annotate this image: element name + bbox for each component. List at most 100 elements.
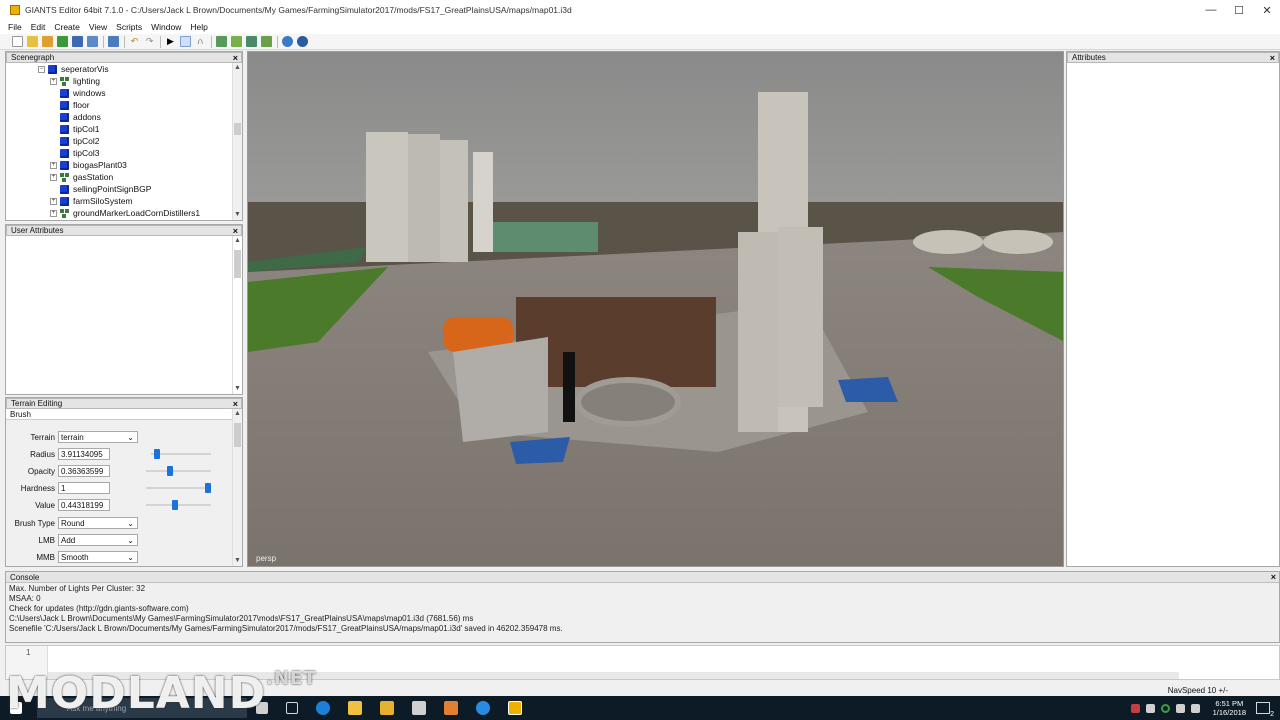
watermark: MODLAND.NET [6,668,317,719]
value-slider[interactable] [146,500,211,510]
expand-icon[interactable]: + [50,197,57,205]
giants-editor-taskbar-icon[interactable] [508,701,522,715]
tray-app-icon[interactable] [1145,703,1155,713]
terrain-detail-icon[interactable] [261,36,272,47]
scenegraph-item[interactable]: + farmSiloSystem [6,195,232,207]
menu-edit[interactable]: Edit [31,22,46,32]
open-recent-icon[interactable] [42,36,53,47]
menu-window[interactable]: Window [151,22,181,32]
terrain-select[interactable]: terrain ⌄ [58,431,138,443]
redo-icon[interactable]: ↷ [144,36,155,47]
scenegraph-item[interactable]: − seperatorVis [6,63,232,75]
scenegraph-item[interactable]: floor [6,99,232,111]
scroll-down-icon[interactable]: ▼ [233,384,242,394]
watermark-suffix: .NET [266,668,317,689]
network-icon[interactable] [1190,703,1200,713]
edge-browser-icon[interactable] [316,701,330,715]
close-icon[interactable]: × [1271,572,1276,582]
menu-scripts[interactable]: Scripts [116,22,142,32]
scenegraph-item[interactable]: + biogasPlant03 [6,159,232,171]
scenegraph-item[interactable]: tipCol2 [6,135,232,147]
scroll-up-icon[interactable]: ▲ [233,63,242,73]
mmb-select[interactable]: Smooth ⌄ [58,551,138,563]
menu-create[interactable]: Create [54,22,80,32]
scroll-thumb[interactable] [234,123,241,135]
value-field[interactable]: 0.44318199 [58,499,110,511]
terrain-editing-scrollbar[interactable]: ▲ ▼ [232,409,242,566]
settings-icon[interactable] [282,36,293,47]
new-file-icon[interactable] [12,36,23,47]
expand-icon[interactable]: + [50,161,57,169]
save-icon[interactable] [72,36,83,47]
terrain-paint-icon[interactable] [231,36,242,47]
speaker-icon[interactable] [1175,703,1185,713]
close-icon[interactable]: × [233,226,238,236]
magnet-icon[interactable]: ∩ [195,36,206,47]
save-as-icon[interactable] [87,36,98,47]
clock[interactable]: 6:51 PM 1/16/2018 [1213,699,1246,717]
file-explorer-icon[interactable] [348,701,362,715]
scenegraph-item-label: windows [73,88,106,98]
expand-icon[interactable]: + [50,77,57,85]
scenegraph-tree[interactable]: − seperatorVis + lighting windows floor addons… [6,63,232,220]
scenegraph-item[interactable]: + gasStation [6,171,232,183]
tray-app-icon[interactable] [1160,703,1170,713]
scroll-thumb[interactable] [234,423,241,447]
open-folder-icon[interactable] [27,36,38,47]
menu-file[interactable]: File [8,22,22,32]
slider-knob[interactable] [205,483,211,493]
expand-icon[interactable]: + [50,209,57,217]
expand-icon[interactable]: + [50,173,57,181]
scenegraph-item[interactable]: + lighting [6,75,232,87]
foliage-paint-icon[interactable] [246,36,257,47]
slider-knob[interactable] [153,449,160,459]
import-icon[interactable] [108,36,119,47]
scroll-down-icon[interactable]: ▼ [233,556,242,566]
hardness-slider[interactable] [146,483,211,493]
brush-type-select[interactable]: Round ⌄ [58,517,138,529]
internet-explorer-icon[interactable] [476,701,490,715]
slider-knob[interactable] [171,500,178,510]
radius-slider[interactable] [151,449,211,459]
scenegraph-item[interactable]: sellingPointSignBGP [6,183,232,195]
scenegraph-scrollbar[interactable]: ▲ ▼ [232,63,242,220]
close-icon[interactable]: × [233,399,238,409]
scenegraph-item[interactable]: addons [6,111,232,123]
lmb-select[interactable]: Add ⌄ [58,534,138,546]
media-player-icon[interactable] [412,701,426,715]
select-tool-icon[interactable] [180,36,191,47]
menu-help[interactable]: Help [190,22,207,32]
scenegraph-item[interactable]: tipCol3 [6,147,232,159]
action-center-icon[interactable]: 2 [1256,702,1274,718]
terrain-sculpt-icon[interactable] [216,36,227,47]
silo [738,232,778,432]
scroll-thumb[interactable] [234,250,241,278]
hardness-field[interactable]: 1 [58,482,110,494]
user-attributes-scrollbar[interactable]: ▲ ▼ [232,236,242,394]
opacity-slider[interactable] [146,466,211,476]
opacity-field[interactable]: 0.36363599 [58,465,110,477]
close-icon[interactable]: × [1270,53,1275,63]
collapse-icon[interactable]: − [38,65,45,73]
radius-field[interactable]: 3.91134095 [58,448,110,460]
scroll-up-icon[interactable]: ▲ [233,236,242,246]
photos-icon[interactable] [444,701,458,715]
scroll-up-icon[interactable]: ▲ [233,409,242,419]
3d-viewport[interactable]: persp [247,51,1064,567]
scenegraph-item[interactable]: tipCol1 [6,123,232,135]
toolbar-separator [124,35,125,48]
undo-icon[interactable]: ↶ [129,36,140,47]
compile-icon[interactable] [297,36,308,47]
play-icon[interactable]: ▶ [165,36,176,47]
close-button[interactable]: ✕ [1250,0,1280,20]
reload-icon[interactable] [57,36,68,47]
menu-view[interactable]: View [89,22,107,32]
scroll-down-icon[interactable]: ▼ [233,210,242,220]
tray-app-icon[interactable] [1130,703,1140,713]
store-icon[interactable] [380,701,394,715]
scenegraph-item[interactable]: + groundMarkerLoadCornDistillers1 [6,207,232,219]
close-icon[interactable]: × [233,53,238,63]
brush-section-header[interactable]: Brush ▼ [6,409,242,420]
slider-knob[interactable] [167,466,174,476]
scenegraph-item[interactable]: windows [6,87,232,99]
